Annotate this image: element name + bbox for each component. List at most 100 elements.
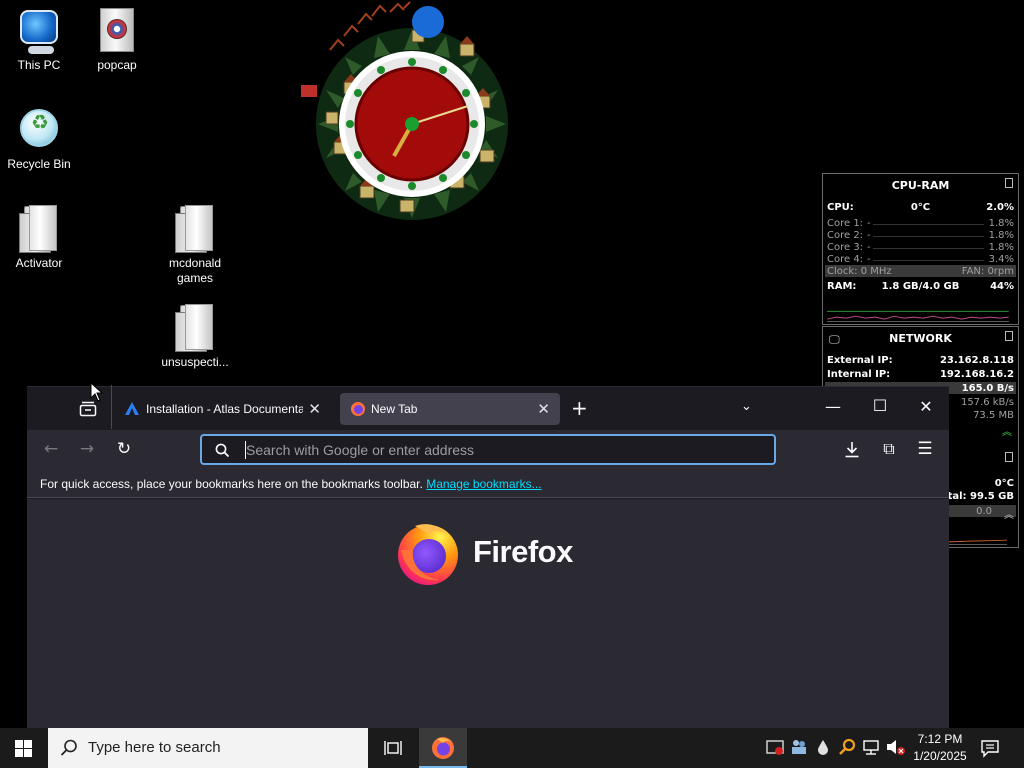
start-button[interactable] [0,728,48,768]
tab-new-tab[interactable]: New Tab ✕ [340,393,560,425]
upload-rate: 157.6 kB/s [960,397,1014,408]
task-view-icon [384,741,402,755]
christmas-clock-gadget[interactable] [300,0,516,222]
desktop-icon-label: unsuspecti... [161,355,229,369]
volume-muted-icon[interactable] [886,738,906,758]
mouse-cursor-icon [90,382,104,402]
firefox-window[interactable]: Installation - Atlas Documentat ✕ New Ta… [27,385,949,728]
total-transfer: 73.5 MB [973,410,1014,421]
cpu-percent: 2.0% [986,202,1014,213]
extensions-puzzle-icon[interactable]: ⧉ [877,439,901,459]
clock-date: 1/20/2025 [913,749,967,763]
desktop-icon-mcdonald-games[interactable]: mcdonald games [156,204,234,286]
internal-ip-value: 192.168.16.2 [939,369,1014,380]
desktop-icon-label: Recycle Bin [7,157,71,171]
core-percent: 1.8% [988,218,1014,229]
internal-ip-label: Internal IP: [827,369,891,380]
firefox-wordmark: Firefox [473,534,573,569]
taskbar-clock[interactable]: 7:12 PM 1/20/2025 [906,731,974,765]
bookmarks-hint: For quick access, place your bookmarks h… [40,477,542,491]
core-percent: 3.4% [988,254,1014,265]
desktop-icon-this-pc[interactable]: This PC [0,6,78,73]
url-bar[interactable]: Search with Google or enter address [200,434,776,465]
new-tab-plus-icon[interactable]: + [571,396,588,420]
ram-usage-graph [827,310,1009,322]
fan-speed: FAN: 0rpm [961,266,1014,277]
notification-center-icon[interactable] [980,738,1000,762]
minimize-icon[interactable]: — [821,397,845,416]
bookmarks-toolbar: For quick access, place your bookmarks h… [27,470,949,498]
gadget-title: CPU-RAM [891,179,950,192]
firefox-view-icon[interactable] [79,401,97,417]
core-dash: - [867,254,871,265]
atlas-logo-icon [125,402,139,415]
bookmarks-hint-text: For quick access, place your bookmarks h… [40,477,423,491]
navigation-toolbar: ← → ↻ Search with Google or enter addres… [27,430,949,470]
tray-droplet-icon[interactable] [814,738,834,758]
desktop-icon-popcap[interactable]: popcap [78,6,156,73]
hamburger-menu-icon[interactable]: ☰ [913,439,937,459]
folder-icon [172,204,218,253]
firefox-icon [351,402,365,416]
manage-bookmarks-link[interactable]: Manage bookmarks... [426,477,541,491]
download-rate: 165.0 B/s [961,383,1014,394]
download-icon[interactable] [844,441,860,458]
maximize-icon[interactable]: ☐ [868,396,892,415]
tab-label: New Tab [371,402,418,416]
taskbar-search-box[interactable]: Type here to search [48,728,368,768]
collapse-icon[interactable]: ︽ [1004,506,1014,521]
clock-speed: Clock: 0 MHz [827,266,892,277]
gadget-settings-icon[interactable] [1005,331,1013,341]
new-tab-page: Firefox [27,499,949,728]
taskbar-search-placeholder: Type here to search [88,739,221,756]
core-label: Core 1: [827,218,864,229]
desktop-icon-activator[interactable]: Activator [0,204,78,271]
core-row: Core 1: - 1.8% [827,218,1014,230]
forward-arrow-icon[interactable]: → [75,439,99,459]
folder-icon [16,204,62,253]
desktop-icon-unsuspecting[interactable]: unsuspecti... [156,303,234,370]
monitor-icon: 🖵 [829,333,840,346]
drive-value: 0.0 [976,506,992,517]
blue-ornament [412,6,444,38]
desktop-icon-label: popcap [97,58,137,72]
reload-icon[interactable]: ↻ [112,439,136,459]
back-arrow-icon[interactable]: ← [39,439,63,459]
firefox-logo-icon [398,524,458,585]
close-icon[interactable]: ✕ [308,400,321,418]
gadget-settings-icon[interactable] [1005,178,1013,188]
tab-atlas-installation[interactable]: Installation - Atlas Documentat ✕ [115,393,331,425]
network-icon[interactable] [862,738,882,758]
external-ip-value: 23.162.8.118 [939,355,1014,366]
taskbar-firefox-button[interactable] [419,728,467,768]
desktop-icon-recycle-bin[interactable]: Recycle Bin [0,105,78,172]
desktop-icon-label: Activator [15,256,63,270]
tray-magnifier-icon[interactable] [838,738,858,758]
core-dash: - [867,230,871,241]
search-icon [60,739,77,756]
clock-center [405,117,419,131]
firefox-icon [432,737,454,759]
core-row: Core 3: - 1.8% [827,242,1014,254]
tab-label: Installation - Atlas Documentat [146,402,303,416]
external-ip-label: External IP: [827,355,893,366]
drive-temp: 0°C [994,478,1014,489]
close-window-icon[interactable]: ✕ [914,397,938,416]
ram-percent: 44% [990,281,1014,292]
task-view-button[interactable] [372,728,412,768]
list-all-tabs-chevron-down-icon[interactable]: ⌄ [741,399,752,414]
drive-settings-icon[interactable] [1005,452,1013,462]
core-percent: 1.8% [988,230,1014,241]
desktop-icon-label: This PC [17,58,61,72]
windows-logo-icon [15,740,32,757]
expand-up-icon[interactable]: ︽ [1002,423,1012,438]
url-bar-placeholder: Search with Google or enter address [246,442,475,458]
folder-icon [172,303,218,352]
recycle-bin-icon [16,105,62,153]
core-dash: - [867,242,871,253]
core-label: Core 3: [827,242,864,253]
tray-people-icon[interactable] [790,738,810,758]
tray-app-icon[interactable] [766,738,786,758]
cpu-ram-gadget[interactable]: CPU-RAM CPU: 0°C 2.0% Core 1: - 1.8% Cor… [822,173,1019,325]
close-icon[interactable]: ✕ [537,400,550,418]
